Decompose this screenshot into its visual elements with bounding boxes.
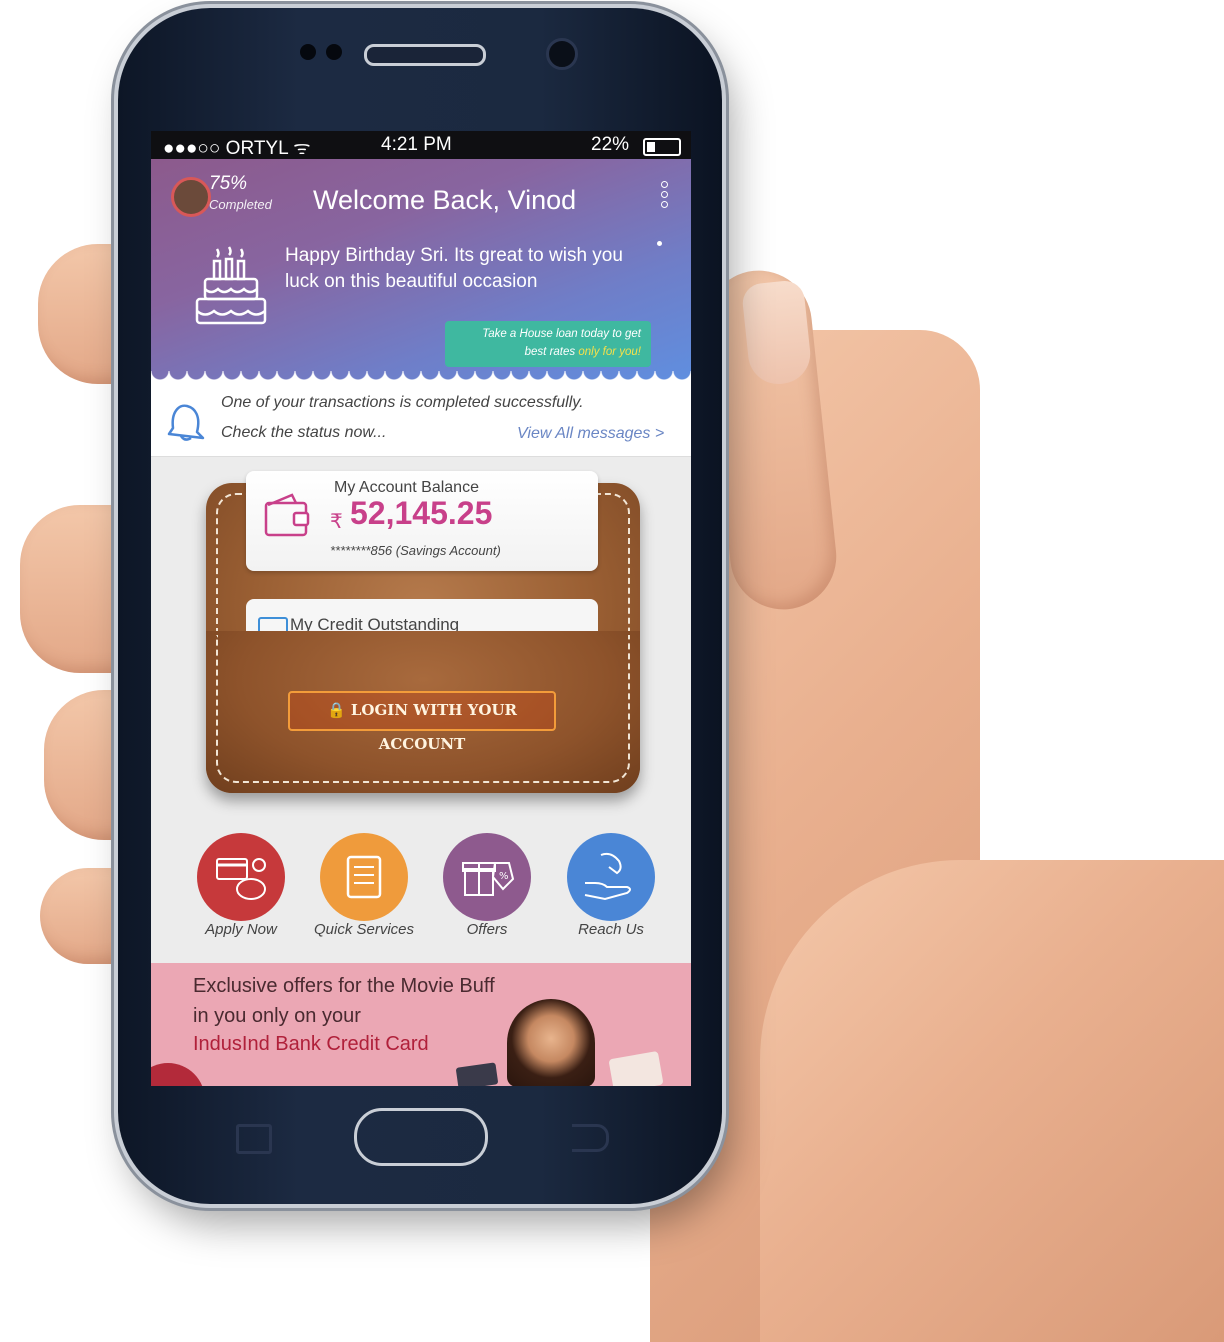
reach-us-label: Reach Us	[578, 921, 644, 938]
currency-symbol: ₹	[330, 511, 343, 533]
profile-completion-label: Completed	[209, 197, 272, 212]
svg-text:%: %	[499, 871, 509, 882]
quick-services-button[interactable]	[320, 833, 408, 921]
recent-apps-icon[interactable]	[236, 1124, 272, 1154]
back-icon[interactable]	[572, 1124, 609, 1152]
account-balance-amount: 52,145.25	[350, 495, 493, 531]
banner-line-1: Exclusive offers for the Movie Buff	[193, 975, 495, 997]
quick-services-icon	[346, 855, 382, 899]
handshake-icon	[584, 852, 631, 901]
bell-icon	[167, 404, 205, 441]
shopping-bag-image	[608, 1050, 664, 1086]
notification-bar[interactable]: One of your transactions is completed su…	[151, 384, 691, 457]
account-number: ********856 (Savings Account)	[330, 543, 501, 558]
banner-credit-card-image	[455, 1062, 499, 1086]
account-balance-card[interactable]: My Account Balance ₹ 52,145.25 ********8…	[246, 471, 598, 571]
apply-now-label: Apply Now	[205, 921, 277, 938]
sensor-1	[300, 44, 316, 60]
login-button[interactable]: 🔒 LOGIN WITH YOUR ACCOUNT	[288, 691, 556, 753]
welcome-hero: 75% Completed Welcome Back, Vinod Happy …	[151, 159, 691, 384]
status-time: 4:21 PM	[381, 134, 452, 155]
earpiece	[364, 44, 486, 66]
promo-line-2: best rates only for you!	[445, 343, 641, 361]
view-all-messages-link[interactable]: View All messages >	[517, 425, 664, 443]
banner-line-3: IndusInd Bank Credit Card	[193, 1033, 429, 1055]
welcome-title: Welcome Back, Vinod	[313, 185, 577, 215]
carrier-signal: ●●●○○ ORTYL ᯤ	[163, 138, 311, 159]
offers-label: Offers	[466, 921, 508, 938]
promo-line-1: Take a House loan today to get	[482, 328, 641, 340]
banner-line-2: in you only on your	[193, 1005, 361, 1027]
apply-now-icon	[216, 858, 266, 900]
hand-wrist	[760, 860, 1224, 1342]
birthday-message: Happy Birthday Sri. Its great to wish yo…	[285, 245, 623, 292]
reach-us-button[interactable]	[567, 833, 655, 921]
sensor-2	[326, 44, 342, 60]
notification-message: One of your transactions is completed su…	[221, 394, 584, 411]
battery-icon	[643, 138, 681, 156]
status-bar: ●●●○○ ORTYL ᯤ 4:21 PM 22%	[151, 131, 691, 159]
quick-services-label: Quick Services	[313, 921, 415, 938]
house-loan-promo[interactable]: Take a House loan today to get best rate…	[445, 321, 651, 367]
promo-highlight: only for you!	[578, 346, 641, 358]
credit-card-offer-banner[interactable]: Exclusive offers for the Movie Buff in y…	[151, 963, 691, 1086]
notification-subtext: Check the status now...	[221, 424, 387, 441]
birthday-cake-icon	[195, 246, 267, 325]
apply-now-button[interactable]	[197, 833, 285, 921]
battery-percent: 22%	[591, 134, 630, 155]
floating-action-button[interactable]	[151, 1063, 205, 1086]
profile-completion-percent: 75%	[209, 173, 248, 194]
app-screen: ●●●○○ ORTYL ᯤ 4:21 PM 22% 75% Completed …	[151, 131, 691, 1086]
wallet-icon	[264, 493, 310, 537]
gift-tag-icon: %	[462, 862, 515, 896]
front-camera	[546, 38, 578, 70]
offers-button[interactable]: %	[443, 833, 531, 921]
more-options-icon[interactable]	[661, 181, 668, 211]
promo-line-2-prefix: best rates	[524, 346, 579, 358]
avatar[interactable]	[171, 177, 211, 217]
home-button[interactable]	[354, 1108, 488, 1166]
carousel-dot[interactable]	[657, 241, 662, 246]
banner-model-image	[507, 999, 595, 1086]
